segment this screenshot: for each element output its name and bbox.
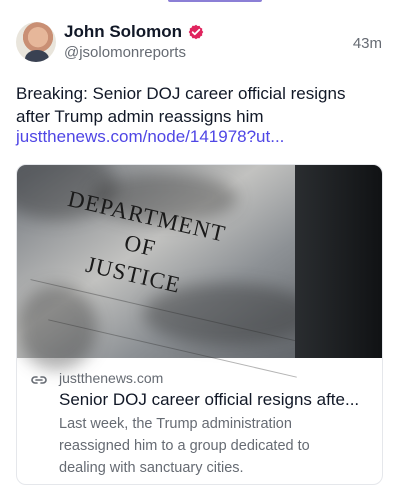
post-link[interactable]: justthenews.com/node/141978?ut... (16, 127, 284, 147)
card-description: Last week, the Trump administration reas… (59, 416, 310, 476)
link-icon (31, 376, 47, 384)
author-row: John Solomon (64, 22, 204, 42)
article-image[interactable]: DEPARTMENT OF JUSTICE (17, 165, 382, 378)
author-name[interactable]: John Solomon (64, 22, 182, 42)
card-domain[interactable]: justthenews.com (59, 370, 163, 386)
author-handle[interactable]: @jsolomonreports (64, 44, 186, 61)
post-text: Breaking: Senior DOJ career official res… (16, 84, 346, 126)
post-time[interactable]: 43m (353, 35, 382, 52)
dark-foliage (295, 165, 382, 358)
avatar[interactable] (16, 22, 56, 62)
card-title[interactable]: Senior DOJ career official resigns afte.… (59, 390, 369, 410)
link-preview-card[interactable]: DEPARTMENT OF JUSTICE justthenews.com Se… (16, 164, 383, 485)
post-item[interactable]: John Solomon @jsolomonreports 43m Breaki… (0, 0, 398, 500)
verified-badge-icon (188, 24, 204, 40)
